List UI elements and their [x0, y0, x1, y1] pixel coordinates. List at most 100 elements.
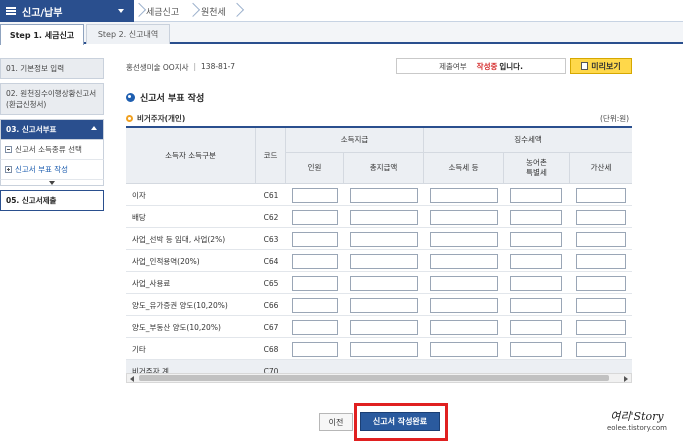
status-label: 제출여부: [439, 61, 467, 71]
triangle-down-icon: [0, 180, 104, 186]
section-title-text: 신고서 부표 작성: [140, 94, 205, 104]
top-navigation-bar: 신고/납부 세금신고 원천세: [0, 0, 683, 22]
sidebar-item-basic-info[interactable]: 01. 기본정보 입력: [0, 58, 104, 79]
scroll-right-icon[interactable]: [624, 376, 628, 382]
header-persons: 인원: [286, 153, 344, 184]
income-tax-input[interactable]: [430, 320, 498, 335]
total-pay-input[interactable]: [350, 254, 418, 269]
scrollbar-thumb[interactable]: [139, 375, 609, 381]
table-row: 사업_선박 등 임대, 사업(2%) C63: [126, 228, 632, 250]
tab-step1[interactable]: Step 1. 세금신고: [0, 24, 84, 45]
total-pay-input[interactable]: [350, 298, 418, 313]
table-row: 양도_유가증권 양도(10,20%) C66: [126, 294, 632, 316]
company-name: 홍선생미술 OO지사: [126, 63, 189, 72]
persons-input[interactable]: [292, 320, 338, 335]
sub-title-text: 비거주자(개인): [137, 114, 186, 123]
income-tax-input[interactable]: [430, 254, 498, 269]
table-row: 양도_부동산 양도(10,20%) C67: [126, 316, 632, 338]
caret-down-icon: [118, 9, 124, 13]
prev-button[interactable]: 이전: [319, 413, 353, 431]
penalty-input[interactable]: [576, 342, 626, 357]
penalty-input[interactable]: [576, 232, 626, 247]
header-group-pay: 소득지급: [286, 128, 424, 153]
penalty-input[interactable]: [576, 254, 626, 269]
preview-button[interactable]: 미리보기: [570, 58, 632, 74]
rural-tax-input[interactable]: [510, 254, 562, 269]
hamburger-icon: [6, 7, 16, 15]
rural-tax-input[interactable]: [510, 342, 562, 357]
scroll-left-icon[interactable]: [130, 376, 134, 382]
sidebar-subitem-label: 신고서 소득종류 선택: [15, 145, 82, 154]
menu-title: 신고/납부: [22, 7, 63, 19]
schedule-table: 소득자 소득구분 코드 소득지급 징수세액 인원 총지급액 소득세 등 농어촌 …: [126, 126, 632, 384]
sidebar-item-submit[interactable]: 05. 신고서제출: [0, 190, 104, 211]
circle-bullet-icon: [126, 115, 133, 122]
penalty-input[interactable]: [576, 210, 626, 225]
income-tax-input[interactable]: [430, 342, 498, 357]
header-income-type: 소득자 소득구분: [126, 128, 256, 184]
status-suffix: 입니다.: [499, 61, 523, 71]
income-tax-input[interactable]: [430, 298, 498, 313]
rural-tax-input[interactable]: [510, 298, 562, 313]
penalty-input[interactable]: [576, 298, 626, 313]
sub-title: 비거주자(개인): [126, 113, 185, 124]
sidebar-subitem-schedule-write[interactable]: 신고서 부표 작성: [0, 160, 104, 180]
total-pay-input[interactable]: [350, 210, 418, 225]
main-menu-button[interactable]: 신고/납부: [0, 0, 134, 22]
persons-input[interactable]: [292, 276, 338, 291]
persons-input[interactable]: [292, 298, 338, 313]
rural-tax-input[interactable]: [510, 276, 562, 291]
breadcrumb-separator-icon: [232, 0, 242, 22]
document-icon: [581, 62, 589, 70]
breadcrumb-tax-filing[interactable]: 세금신고: [146, 0, 179, 22]
total-pay-input[interactable]: [350, 232, 418, 247]
sidebar-item-withholding-report[interactable]: 02. 원천징수이행상황신고서(환급신청서): [0, 83, 104, 115]
watermark: 여리'Story eolee.tistory.com: [607, 410, 667, 432]
sidebar-item-label: 03. 신고서부표: [6, 125, 57, 134]
status-box: 제출여부 작성중 입니다.: [396, 58, 566, 74]
rural-tax-input[interactable]: [510, 210, 562, 225]
table-row: 사업_사용료 C65: [126, 272, 632, 294]
header-rural-tax: 농어촌 특별세: [504, 153, 570, 184]
header-penalty: 가산세: [570, 153, 632, 184]
bullet-icon: [126, 93, 135, 102]
header-total-pay: 총지급액: [344, 153, 424, 184]
persons-input[interactable]: [292, 210, 338, 225]
penalty-input[interactable]: [576, 188, 626, 203]
total-pay-input[interactable]: [350, 320, 418, 335]
total-pay-input[interactable]: [350, 188, 418, 203]
sidebar-subitem-income-type[interactable]: 신고서 소득종류 선택: [0, 140, 104, 160]
status-state: 작성중: [476, 61, 498, 71]
rural-tax-input[interactable]: [510, 188, 562, 203]
rural-tax-input[interactable]: [510, 320, 562, 335]
tab-step2[interactable]: Step 2. 신고내역: [86, 24, 170, 44]
sidebar-subitem-label: 신고서 부표 작성: [15, 165, 69, 174]
horizontal-scrollbar[interactable]: [126, 373, 632, 383]
preview-label: 미리보기: [591, 61, 621, 71]
penalty-input[interactable]: [576, 320, 626, 335]
penalty-input[interactable]: [576, 276, 626, 291]
complete-report-button[interactable]: 신고서 작성완료: [360, 412, 440, 431]
step-tab-bar: Step 1. 세금신고 Step 2. 신고내역: [0, 22, 683, 45]
income-tax-input[interactable]: [430, 232, 498, 247]
total-pay-input[interactable]: [350, 342, 418, 357]
income-tax-input[interactable]: [430, 188, 498, 203]
section-title: 신고서 부표 작성: [126, 91, 204, 104]
table-header: 소득자 소득구분 코드 소득지급 징수세액 인원 총지급액 소득세 등 농어촌 …: [126, 128, 632, 184]
income-tax-input[interactable]: [430, 276, 498, 291]
table-row: 이자 C61: [126, 184, 632, 206]
persons-input[interactable]: [292, 254, 338, 269]
persons-input[interactable]: [292, 188, 338, 203]
persons-input[interactable]: [292, 232, 338, 247]
breadcrumb-separator-icon: [134, 0, 144, 22]
rural-tax-input[interactable]: [510, 232, 562, 247]
taxpayer-info: 홍선생미술 OO지사 | 138-81-7: [126, 62, 236, 72]
persons-input[interactable]: [292, 342, 338, 357]
income-tax-input[interactable]: [430, 210, 498, 225]
table-row: 배당 C62: [126, 206, 632, 228]
sidebar-item-schedule[interactable]: 03. 신고서부표: [0, 119, 104, 140]
total-pay-input[interactable]: [350, 276, 418, 291]
breadcrumb-withholding-tax[interactable]: 원천세: [201, 0, 226, 22]
unit-label: (단위:원): [600, 114, 630, 123]
sidebar: 01. 기본정보 입력 02. 원천징수이행상황신고서(환급신청서) 03. 신…: [0, 58, 106, 215]
